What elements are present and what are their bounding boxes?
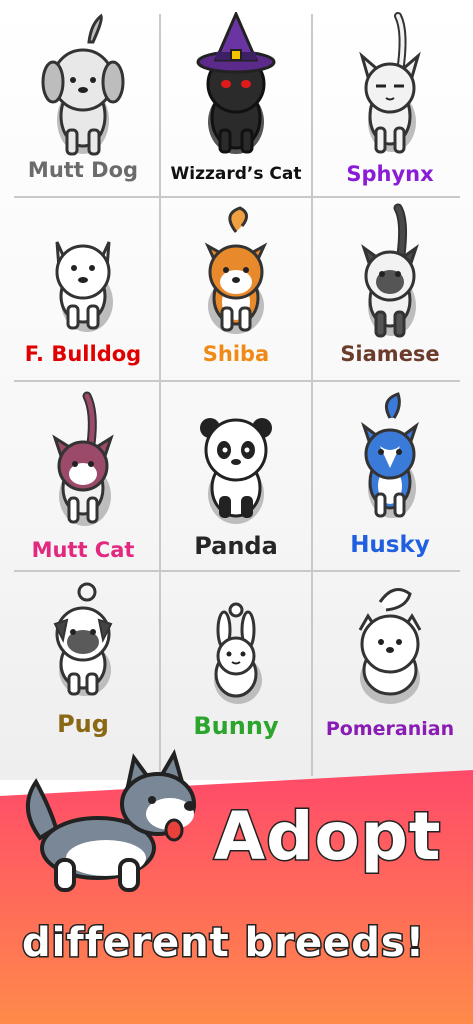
- breed-label: Husky: [350, 532, 430, 558]
- bulldog-icon: [55, 241, 113, 332]
- bunny-icon: [214, 602, 262, 704]
- shiba-icon: [204, 206, 268, 334]
- breed-card-pomeranian[interactable]: Pomeranian: [315, 572, 465, 762]
- breed-label: Pug: [57, 710, 109, 738]
- breed-card-wizzards-cat[interactable]: Wizzard’s Cat: [161, 6, 311, 196]
- husky-mascot-icon: [25, 748, 196, 892]
- promo-banner: Adopt different breeds!: [0, 748, 473, 1024]
- breed-grid: Mutt Dog Wizzard’s Cat Sphynx F. Bulldog…: [0, 0, 473, 780]
- sphynx-icon: [359, 12, 421, 154]
- pomeranian-icon: [358, 588, 422, 704]
- panda-icon: [200, 418, 272, 524]
- breed-label: Siamese: [340, 342, 440, 366]
- breed-card-f-bulldog[interactable]: F. Bulldog: [8, 196, 158, 386]
- mutt-dog-icon: [41, 13, 125, 156]
- breed-card-bunny[interactable]: Bunny: [161, 572, 311, 762]
- breed-label: Shiba: [202, 342, 270, 366]
- pug-icon: [53, 582, 113, 696]
- breed-card-siamese[interactable]: Siamese: [315, 196, 465, 386]
- breed-label: Pomeranian: [325, 718, 455, 740]
- breed-card-mutt-dog[interactable]: Mutt Dog: [8, 6, 158, 196]
- breed-card-sphynx[interactable]: Sphynx: [315, 6, 465, 196]
- breed-card-husky[interactable]: Husky: [315, 382, 465, 572]
- breed-card-shiba[interactable]: Shiba: [161, 196, 311, 386]
- siamese-icon: [361, 203, 419, 338]
- breed-label: Bunny: [193, 712, 279, 740]
- breed-label: F. Bulldog: [24, 342, 142, 366]
- breed-label: Sphynx: [346, 162, 434, 186]
- breed-card-mutt-cat[interactable]: Mutt Cat: [8, 382, 158, 572]
- breed-label: Panda: [194, 532, 278, 560]
- breed-card-pug[interactable]: Pug: [8, 572, 158, 762]
- mutt-cat-icon: [52, 391, 114, 526]
- wizard-cat-icon: [196, 12, 276, 154]
- banner-title: Adopt: [212, 797, 442, 877]
- grid-divider: [311, 14, 313, 776]
- breed-card-panda[interactable]: Panda: [161, 382, 311, 572]
- breed-label: Mutt Dog: [27, 158, 139, 182]
- breed-label: Mutt Cat: [31, 538, 135, 562]
- husky-icon: [361, 392, 419, 518]
- breed-label: Wizzard’s Cat: [170, 164, 302, 184]
- banner-subtitle: different breeds!: [21, 919, 426, 968]
